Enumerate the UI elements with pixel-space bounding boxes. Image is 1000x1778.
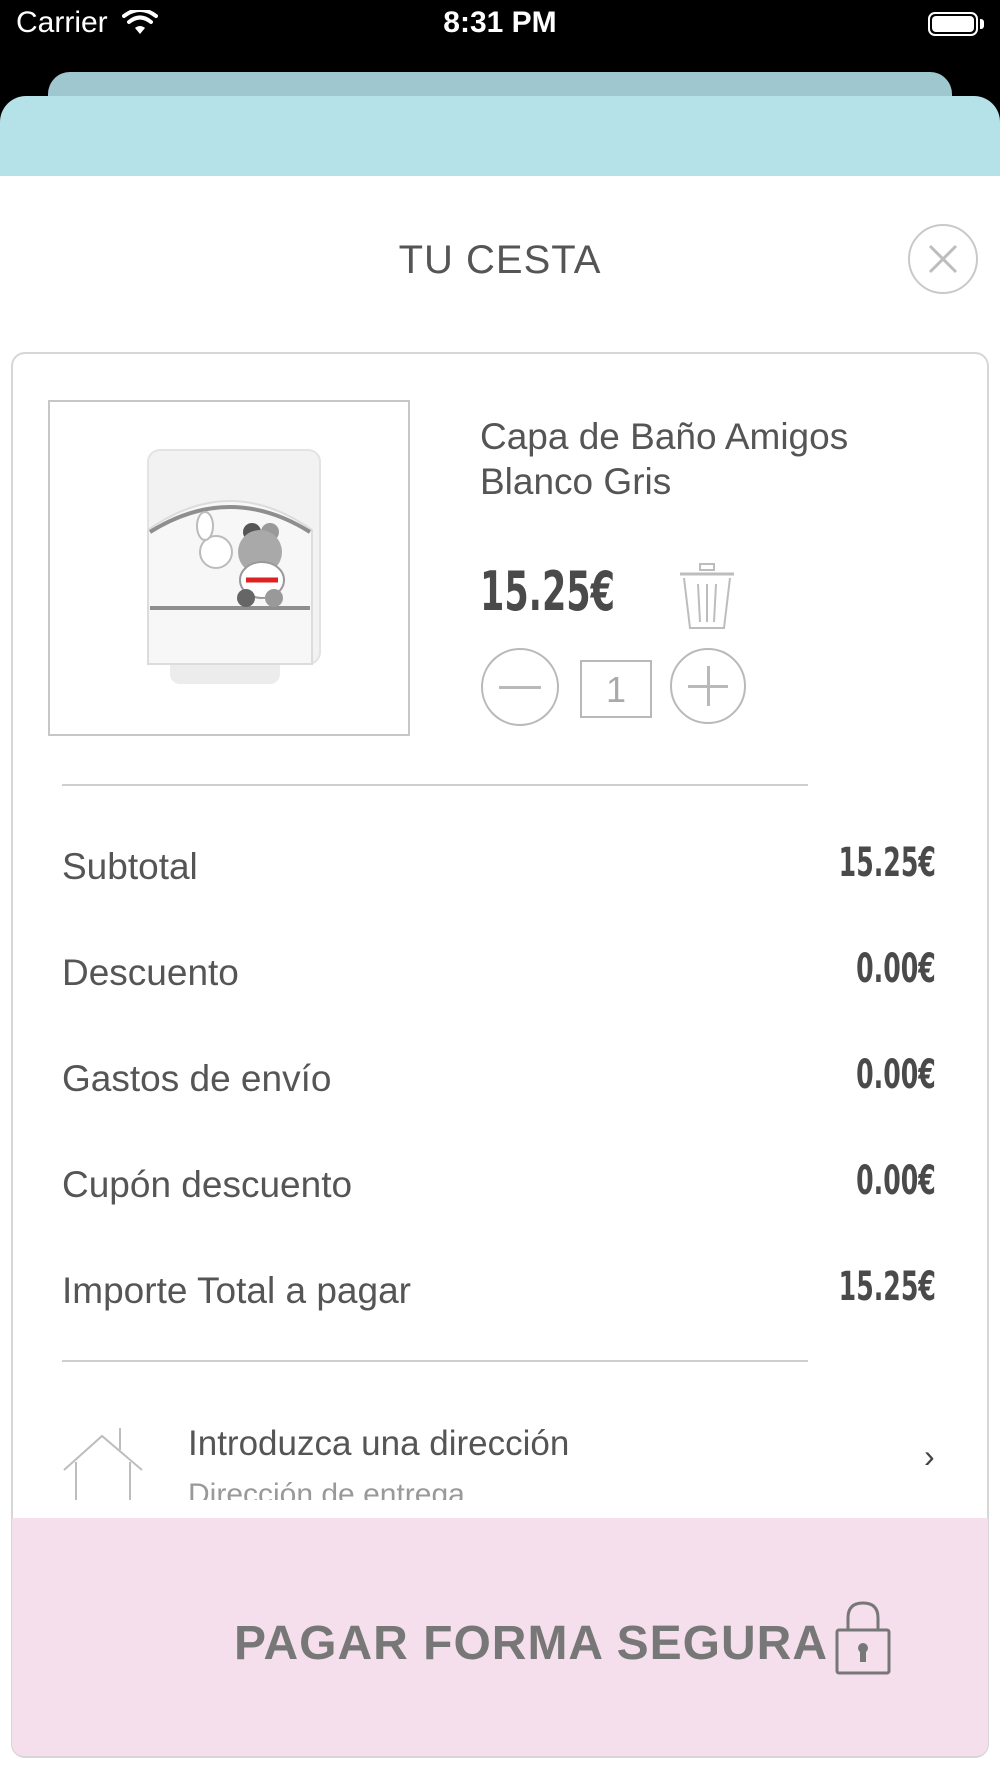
address-subtitle: Dirección de entrega [188,1478,465,1500]
trash-icon[interactable] [678,562,736,632]
battery-icon [928,12,978,36]
close-icon [928,244,958,274]
divider [62,784,808,786]
pay-button-label: PAGAR FORMA SEGURA [234,1617,828,1670]
pay-securely-button[interactable]: PAGAR FORMA SEGURA [12,1518,988,1756]
product-image[interactable] [48,400,410,736]
house-icon [63,1428,143,1500]
product-price: 15.25€ [480,560,615,623]
decrease-quantity-button[interactable] [481,648,559,726]
increase-quantity-button[interactable] [670,648,746,724]
address-title: Introduzca una dirección [188,1424,570,1463]
page-title: TU CESTA [398,238,602,282]
summary-value-total: 15.25€ [838,1264,936,1310]
summary-label-subtotal: Subtotal [62,846,198,887]
status-bar: Carrier 8:31 PM [0,0,1000,64]
summary-label-coupon: Cupón descuento [62,1164,353,1205]
status-time: 8:31 PM [443,6,557,39]
summary-value-subtotal: 15.25€ [838,840,936,886]
product-name[interactable]: Capa de Baño Amigos Blanco Gris [480,414,940,504]
towel-illustration [147,449,321,684]
close-button[interactable] [908,224,978,294]
quantity-field[interactable]: 1 [580,660,652,718]
chevron-right-icon: › [924,1438,935,1474]
lock-icon [835,1601,891,1675]
summary-value-coupon: 0.00€ [856,1158,936,1204]
summary-label-shipping: Gastos de envío [62,1058,332,1099]
divider [62,1360,808,1362]
summary-label-discount: Descuento [62,952,239,993]
summary-value-discount: 0.00€ [856,946,936,992]
summary-value-shipping: 0.00€ [856,1052,936,1098]
address-selector[interactable]: Introduzca una dirección Dirección de en… [12,1400,988,1500]
battery-tip [980,19,984,29]
summary-label-total: Importe Total a pagar [62,1270,411,1311]
